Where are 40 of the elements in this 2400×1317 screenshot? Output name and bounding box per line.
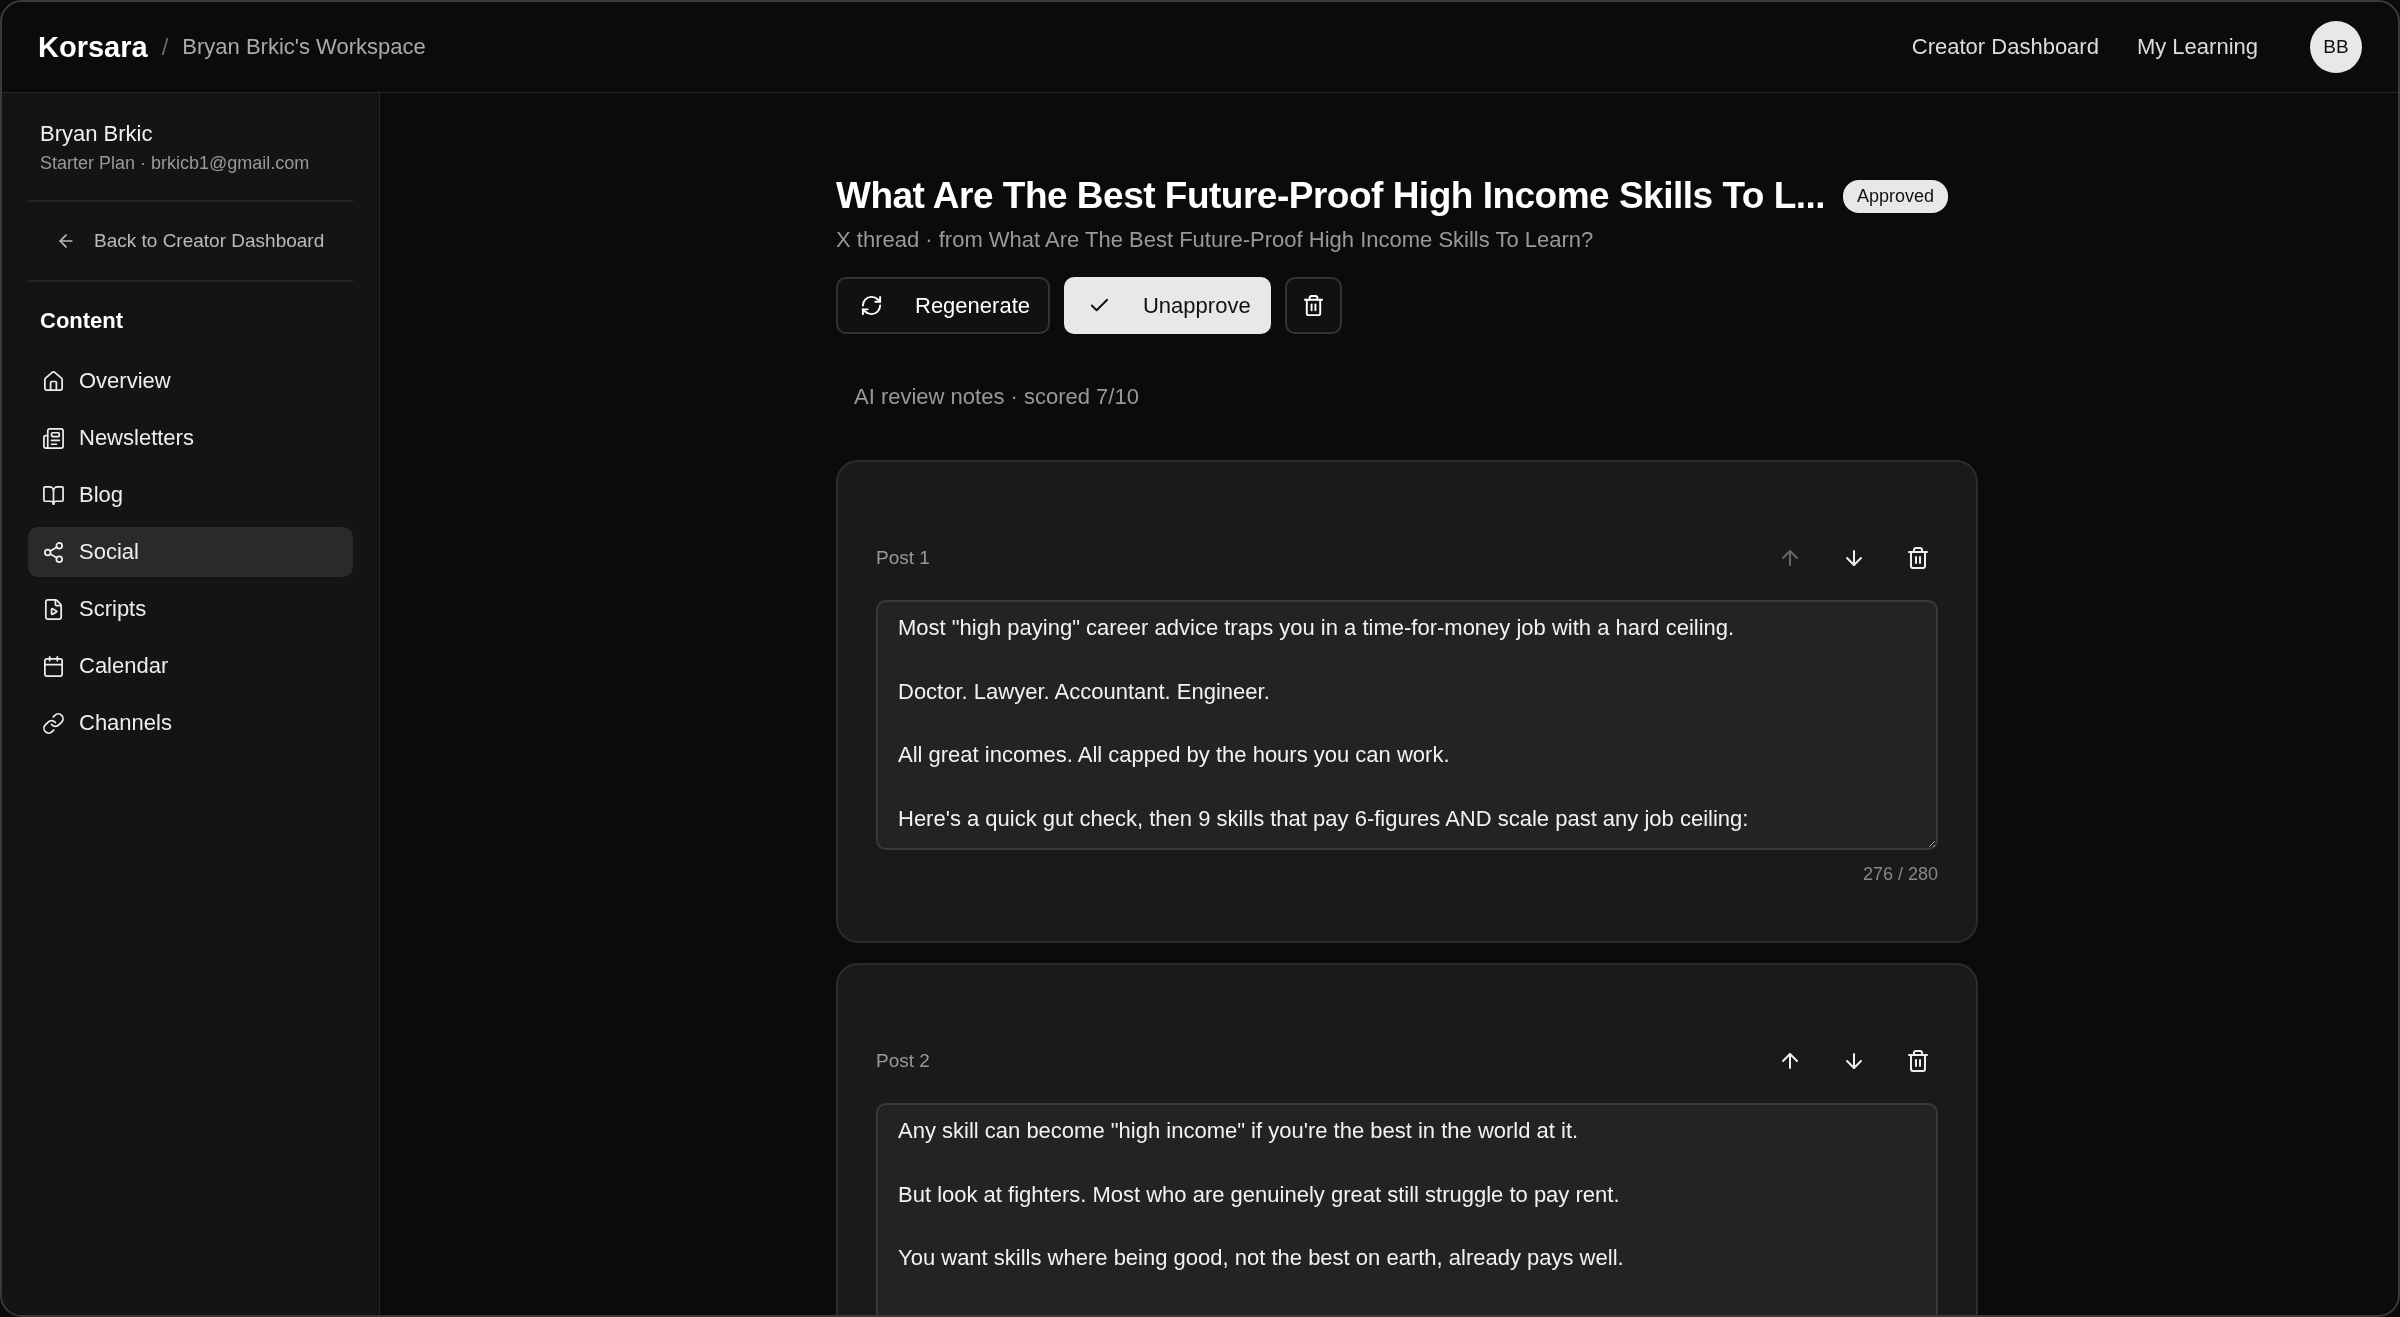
unapprove-button[interactable]: Unapprove	[1064, 277, 1271, 334]
post-label: Post 1	[876, 547, 931, 569]
user-avatar[interactable]: BB	[2310, 21, 2362, 73]
status-badge: Approved	[1843, 179, 1949, 213]
post-label: Post 2	[876, 1050, 931, 1072]
house-icon	[42, 369, 65, 393]
sidebar-item[interactable]: Blog	[28, 470, 353, 520]
nav-link[interactable]: Creator Dashboard	[1911, 34, 2099, 60]
trash-icon	[1906, 546, 1930, 570]
page-title: What Are The Best Future-Proof High Income Skills To L...	[836, 175, 1826, 217]
breadcrumb-separator: /	[161, 33, 169, 61]
section-heading: Content	[40, 308, 125, 334]
user-name: Bryan Brkic	[40, 121, 154, 147]
newspaper-icon	[42, 426, 65, 450]
book-icon	[42, 483, 65, 507]
page-subtitle: X thread · from What Are The Best Future-Proof High Income Skills To Learn?	[836, 227, 1595, 253]
trash-icon	[1301, 294, 1325, 317]
delete-button[interactable]	[1284, 277, 1342, 334]
review-notes[interactable]: AI review notes · scored 7/10	[854, 384, 1978, 410]
user-plan: Starter Plan · brkicb1@gmail.com	[40, 153, 311, 174]
sidebar-item[interactable]: Calendar	[28, 641, 353, 691]
brand-logo[interactable]: Korsara	[38, 30, 148, 64]
sidebar-item[interactable]: Scripts	[28, 584, 353, 634]
share-icon	[42, 540, 65, 564]
post-text-field[interactable]: Most "high paying" career advice traps you in a time-for-money job with a hard ceiling. Doctor. Lawyer. Accountant. Engineer. All great incomes. All capped by the hours you can work. Here's a quick gut check, then 9 skills that pay 6-figures AND scale past any job ceiling:	[876, 600, 1938, 850]
sidebar-item[interactable]: Newsletters	[28, 413, 353, 463]
back-link[interactable]: Back to Creator Dashboard	[28, 202, 353, 280]
sidebar-item[interactable]: Social	[28, 527, 353, 577]
post-text-field[interactable]: Any skill can become "high income" if you're the best in the world at it. But look at fighters. Most who are genuinely great still struggle to pay rent. You want skills where being good, not the best on earth, already pays well.	[876, 1103, 1938, 1315]
regenerate-button[interactable]: Regenerate	[836, 277, 1050, 334]
refresh-icon	[860, 294, 883, 317]
trash-icon	[1906, 1049, 1930, 1073]
file-play-icon	[42, 597, 65, 621]
link-icon	[42, 711, 65, 735]
calendar-icon	[42, 654, 65, 678]
workspace-name: Bryan Brkic's Workspace	[182, 34, 426, 60]
character-count: 276 / 280	[1861, 864, 1938, 885]
sidebar-item[interactable]: Channels	[28, 698, 353, 748]
nav-link[interactable]: My Learning	[2136, 34, 2258, 60]
sidebar-item[interactable]: Overview	[28, 356, 353, 406]
